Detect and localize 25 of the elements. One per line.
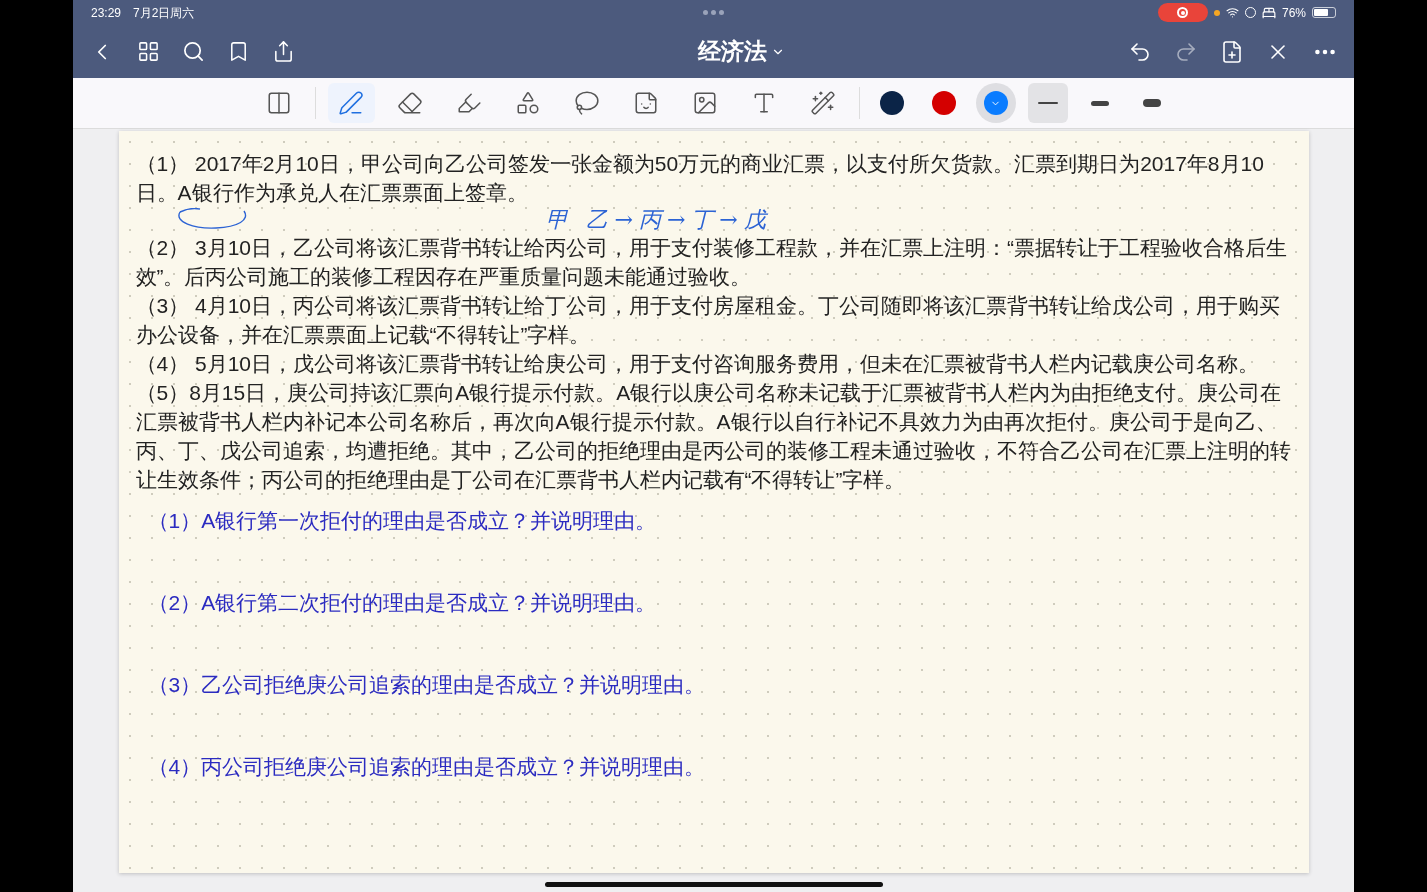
problem-paragraph: （2） 3月10日，乙公司将该汇票背书转让给丙公司，用于支付装修工程款，并在汇票上注明：“票据转让于工程验收合格后生效”。后丙公司施工的装修工程因存在严重质量问题未能通过验收。 [135,235,1289,290]
problem-paragraph: （4） 5月10日，戊公司将该汇票背书转让给庚公司，用于支付咨询服务费用，但未在汇票被背书人栏内记载庚公司名称。 [135,351,1261,377]
battery-icon [1312,7,1336,18]
color-swatch[interactable] [975,83,1016,123]
grid-icon[interactable] [137,40,160,63]
question-text: （2）A银行第二次拒付的理由是否成立？并说明理由。 [147,590,658,616]
problem-paragraph: （5）8月15日，庚公司持该汇票向A银行提示付款。A银行以庚公司名称未记载于汇票被背书人栏内为由拒绝支付。庚公司在汇票被背书人栏内补记本公司名称后，再次向A银行提示付款。A银行以自行补记不具效力为由再次拒付。庚公司于是向乙、丙、丁、戊公司追索，均遭拒绝。其中，乙公司的拒绝理由是丙公司的装修工程未通过验收，不符合乙公司在汇票上注明的转让生效条件；丙公司的拒绝理由是丁公司在汇票背书人栏内记载有“不得转让”字样。 [135,380,1292,493]
bed-icon [1261,5,1276,20]
add-page-icon[interactable] [1220,39,1244,64]
problem-paragraph: （1） 2017年2月10日，甲公司向乙公司签发一张金额为50万元的商业汇票，以支付所欠货款。汇票到期日为2017年8月10日。A银行作为承兑人在汇票票面上签章。 [135,151,1265,206]
question-text: （4）丙公司拒绝庚公司追索的理由是否成立？并说明理由。 [147,754,707,780]
status-time: 23:29 [91,4,122,22]
status-date: 7月2日周六 [133,4,195,22]
search-icon[interactable] [182,40,205,63]
handwritten-note: 甲 乙→丙→丁→戊 [545,207,772,233]
document-title[interactable]: 经济法 [638,34,785,69]
question-text: （1）A银行第一次拒付的理由是否成立？并说明理由。 [147,508,658,534]
screen-recording-indicator[interactable] [1157,3,1208,22]
problem-paragraph: （3） 4月10日，丙公司将该汇票背书转让给丁公司，用于支付房屋租金。丁公司随即将该汇票背书转让给戊公司，用于购买办公设备，并在汇票票面上记载“不得转让”字样。 [135,293,1282,348]
battery-percent: 76% [1281,4,1306,22]
pen-icon[interactable] [327,83,375,123]
share-icon[interactable] [272,40,295,63]
stroke-width-option[interactable] [1027,83,1068,123]
wifi-icon [1225,6,1239,19]
question-text: （3）乙公司拒绝庚公司追索的理由是否成立？并说明理由。 [147,672,707,698]
